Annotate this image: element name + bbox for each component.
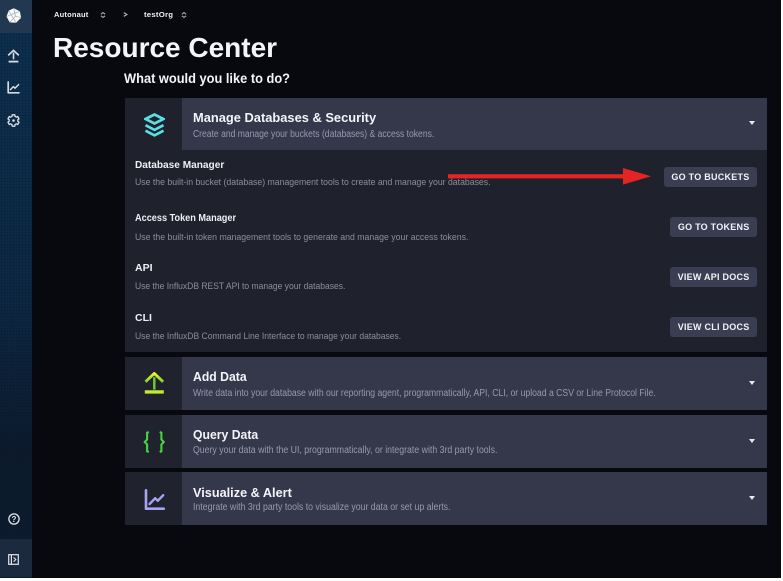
svg-text:?: ? — [12, 515, 17, 524]
